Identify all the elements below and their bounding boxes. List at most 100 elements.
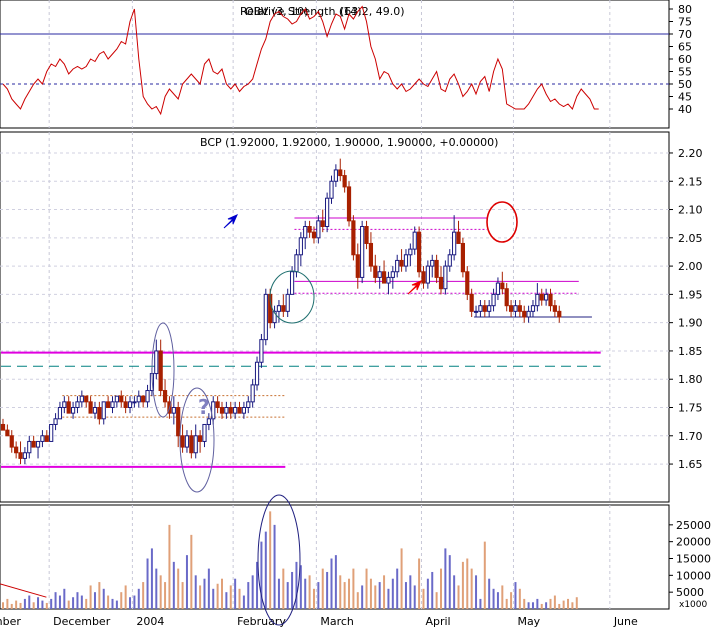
candle-body bbox=[92, 407, 98, 414]
time-label: June bbox=[613, 615, 638, 628]
candle-body bbox=[333, 169, 338, 182]
candle-body bbox=[114, 395, 119, 403]
price-tick-label: 1.95 bbox=[678, 288, 703, 301]
time-label: April bbox=[425, 615, 450, 628]
candle-body bbox=[390, 271, 395, 278]
time-label: May bbox=[517, 615, 540, 628]
candle-body bbox=[5, 429, 10, 437]
rsi-frame bbox=[0, 0, 670, 129]
candle-body bbox=[263, 293, 268, 341]
candle-body bbox=[136, 395, 141, 403]
time-label: March bbox=[320, 615, 354, 628]
candle-body bbox=[276, 305, 282, 312]
time-label: 2004 bbox=[136, 615, 164, 628]
candle-body bbox=[399, 259, 404, 267]
candle-body bbox=[106, 401, 111, 408]
candle-body bbox=[110, 401, 115, 408]
candle-body bbox=[119, 395, 124, 403]
candle-body bbox=[329, 180, 334, 199]
price-title: BCP (1.92000, 1.92000, 1.90000, 1.90000,… bbox=[200, 136, 498, 149]
candle-body bbox=[88, 401, 93, 414]
price-tick-label: 1.65 bbox=[678, 458, 703, 471]
candle-body bbox=[351, 220, 356, 256]
candle-body bbox=[57, 407, 63, 420]
candle-body bbox=[123, 401, 128, 408]
candle-body bbox=[53, 418, 58, 425]
candle-body bbox=[62, 401, 67, 408]
candle-body bbox=[447, 254, 452, 267]
candle-body bbox=[145, 390, 150, 403]
candle-body bbox=[215, 401, 220, 408]
candle-body bbox=[303, 226, 308, 239]
candle-body bbox=[22, 452, 27, 459]
panels-bg bbox=[0, 0, 670, 610]
candle-body bbox=[504, 288, 509, 307]
candle-body bbox=[500, 282, 505, 290]
volume-tick-label: 10000 bbox=[676, 569, 711, 582]
candle-body bbox=[97, 407, 102, 420]
price-tick-label: 1.80 bbox=[678, 373, 703, 386]
candle-body bbox=[482, 305, 487, 312]
price-tick-label: 2.10 bbox=[678, 204, 703, 217]
rsi-tick-label: 55 bbox=[678, 66, 692, 79]
candle-body bbox=[346, 186, 352, 222]
volume-tick-label: 15000 bbox=[676, 553, 711, 566]
candle-body bbox=[381, 271, 387, 284]
candle-body bbox=[452, 231, 457, 256]
candle-body bbox=[171, 407, 176, 414]
time-label: mber bbox=[0, 615, 21, 628]
candle-body bbox=[228, 407, 233, 414]
candle-body bbox=[342, 175, 347, 188]
candle-body bbox=[31, 440, 36, 448]
candle-body bbox=[316, 220, 321, 239]
candle-body bbox=[250, 384, 255, 403]
time-axis: mber December 2004 February March April May Jun… bbox=[0, 615, 638, 628]
candle-body bbox=[473, 310, 479, 313]
candle-body bbox=[469, 293, 474, 312]
rsi-tick-label: 80 bbox=[678, 3, 692, 16]
candle-body bbox=[417, 231, 422, 273]
rsi-tick-label: 75 bbox=[678, 16, 692, 29]
candle-body bbox=[535, 293, 540, 307]
candle-body bbox=[35, 440, 41, 448]
candle-body bbox=[434, 259, 439, 278]
candle-body bbox=[443, 265, 448, 290]
candle-body bbox=[66, 401, 71, 414]
price-tick-label: 1.70 bbox=[678, 430, 703, 443]
volume-unit-label: x1000 bbox=[679, 600, 708, 610]
volume-tick-label: 20000 bbox=[676, 536, 711, 549]
candle-body bbox=[84, 395, 89, 403]
candle-body bbox=[219, 407, 225, 414]
candle-body bbox=[530, 305, 536, 312]
candle-body bbox=[44, 435, 49, 442]
rsi-tick-label: 70 bbox=[678, 28, 692, 41]
candle-body bbox=[298, 237, 303, 256]
candle-body bbox=[552, 305, 557, 312]
candle-body bbox=[202, 423, 207, 442]
candle-body bbox=[430, 259, 435, 267]
candle-body bbox=[539, 293, 544, 301]
candle-body bbox=[101, 401, 106, 420]
question-mark-annotation: ? bbox=[198, 395, 210, 419]
candle-body bbox=[27, 440, 32, 454]
candle-body bbox=[517, 305, 522, 312]
rsi-tick-label: 40 bbox=[678, 103, 692, 116]
price-tick-label: 2.15 bbox=[678, 175, 703, 188]
price-tick-label: 2.00 bbox=[678, 260, 703, 273]
candle-body bbox=[154, 350, 159, 375]
candle-body bbox=[79, 395, 84, 403]
candle-body bbox=[403, 254, 409, 267]
candle-body bbox=[425, 265, 430, 284]
price-tick-label: 2.05 bbox=[678, 232, 703, 245]
price-tick-label: 1.75 bbox=[678, 402, 703, 415]
price-tick-label: 2.20 bbox=[678, 147, 703, 160]
rsi-readout: (63.2, 49.0) bbox=[340, 5, 405, 18]
candle-body bbox=[9, 435, 14, 448]
candle-body bbox=[294, 254, 299, 273]
candle-body bbox=[557, 310, 562, 318]
rsi-tick-label: 60 bbox=[678, 53, 692, 66]
candle-body bbox=[491, 293, 496, 307]
candle-body bbox=[233, 407, 238, 414]
candle-body bbox=[0, 423, 6, 431]
candle-body bbox=[132, 401, 137, 404]
